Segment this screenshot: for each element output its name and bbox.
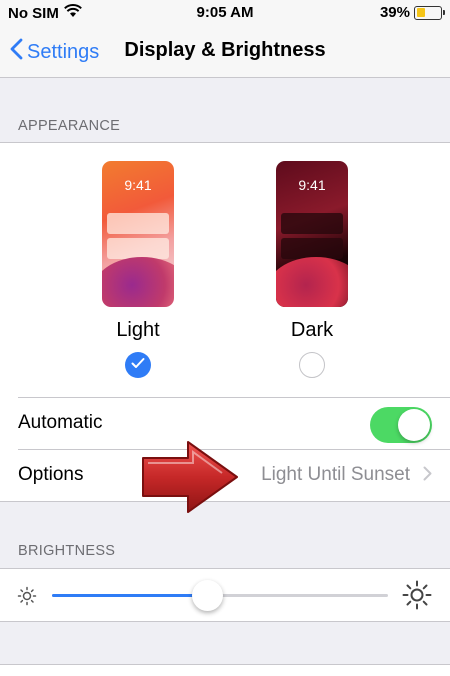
options-label: Options xyxy=(18,464,84,485)
appearance-option-dark[interactable]: 9:41 Dark xyxy=(252,161,372,378)
status-bar: No SIM 9:05 AM 39% xyxy=(0,0,450,26)
dark-preview-wallpaper xyxy=(276,257,348,307)
appearance-section-header: APPEARANCE xyxy=(18,118,121,134)
light-option-radio[interactable] xyxy=(125,352,151,378)
row-divider xyxy=(18,397,450,398)
automatic-toggle[interactable] xyxy=(370,407,432,443)
toggle-knob xyxy=(398,409,430,441)
light-preview-time: 9:41 xyxy=(124,177,152,193)
light-option-label: Light xyxy=(116,319,160,341)
dark-option-label: Dark xyxy=(290,319,334,341)
battery-indicator: 39% xyxy=(379,4,445,21)
dark-preview-notification xyxy=(281,238,343,259)
dark-preview-time: 9:41 xyxy=(298,177,326,193)
next-group-edge xyxy=(0,664,450,676)
battery-icon xyxy=(414,5,445,20)
brightness-slider-thumb[interactable] xyxy=(192,580,223,611)
dark-option-radio[interactable] xyxy=(299,352,325,378)
appearance-option-light[interactable]: 9:41 Light xyxy=(78,161,198,378)
options-value: Light Until Sunset xyxy=(261,464,410,485)
navigation-bar: Settings Display & Brightness xyxy=(0,26,450,78)
brightness-slider-fill xyxy=(52,594,210,597)
brightness-group xyxy=(0,568,450,622)
light-mode-preview: 9:41 xyxy=(102,161,174,307)
battery-percent: 39% xyxy=(379,4,410,21)
dark-preview-notification xyxy=(281,213,343,234)
sun-large-icon xyxy=(402,580,432,615)
checkmark-icon xyxy=(131,356,145,374)
chevron-right-icon xyxy=(423,466,432,486)
automatic-label: Automatic xyxy=(18,412,103,433)
dark-mode-preview: 9:41 xyxy=(276,161,348,307)
light-preview-wallpaper xyxy=(102,257,174,307)
annotation-arrow-icon xyxy=(142,441,238,513)
light-preview-notification xyxy=(107,213,169,234)
light-preview-notification xyxy=(107,238,169,259)
brightness-section-header: BRIGHTNESS xyxy=(18,543,116,559)
sun-small-icon xyxy=(17,586,37,611)
page-title: Display & Brightness xyxy=(124,39,326,61)
